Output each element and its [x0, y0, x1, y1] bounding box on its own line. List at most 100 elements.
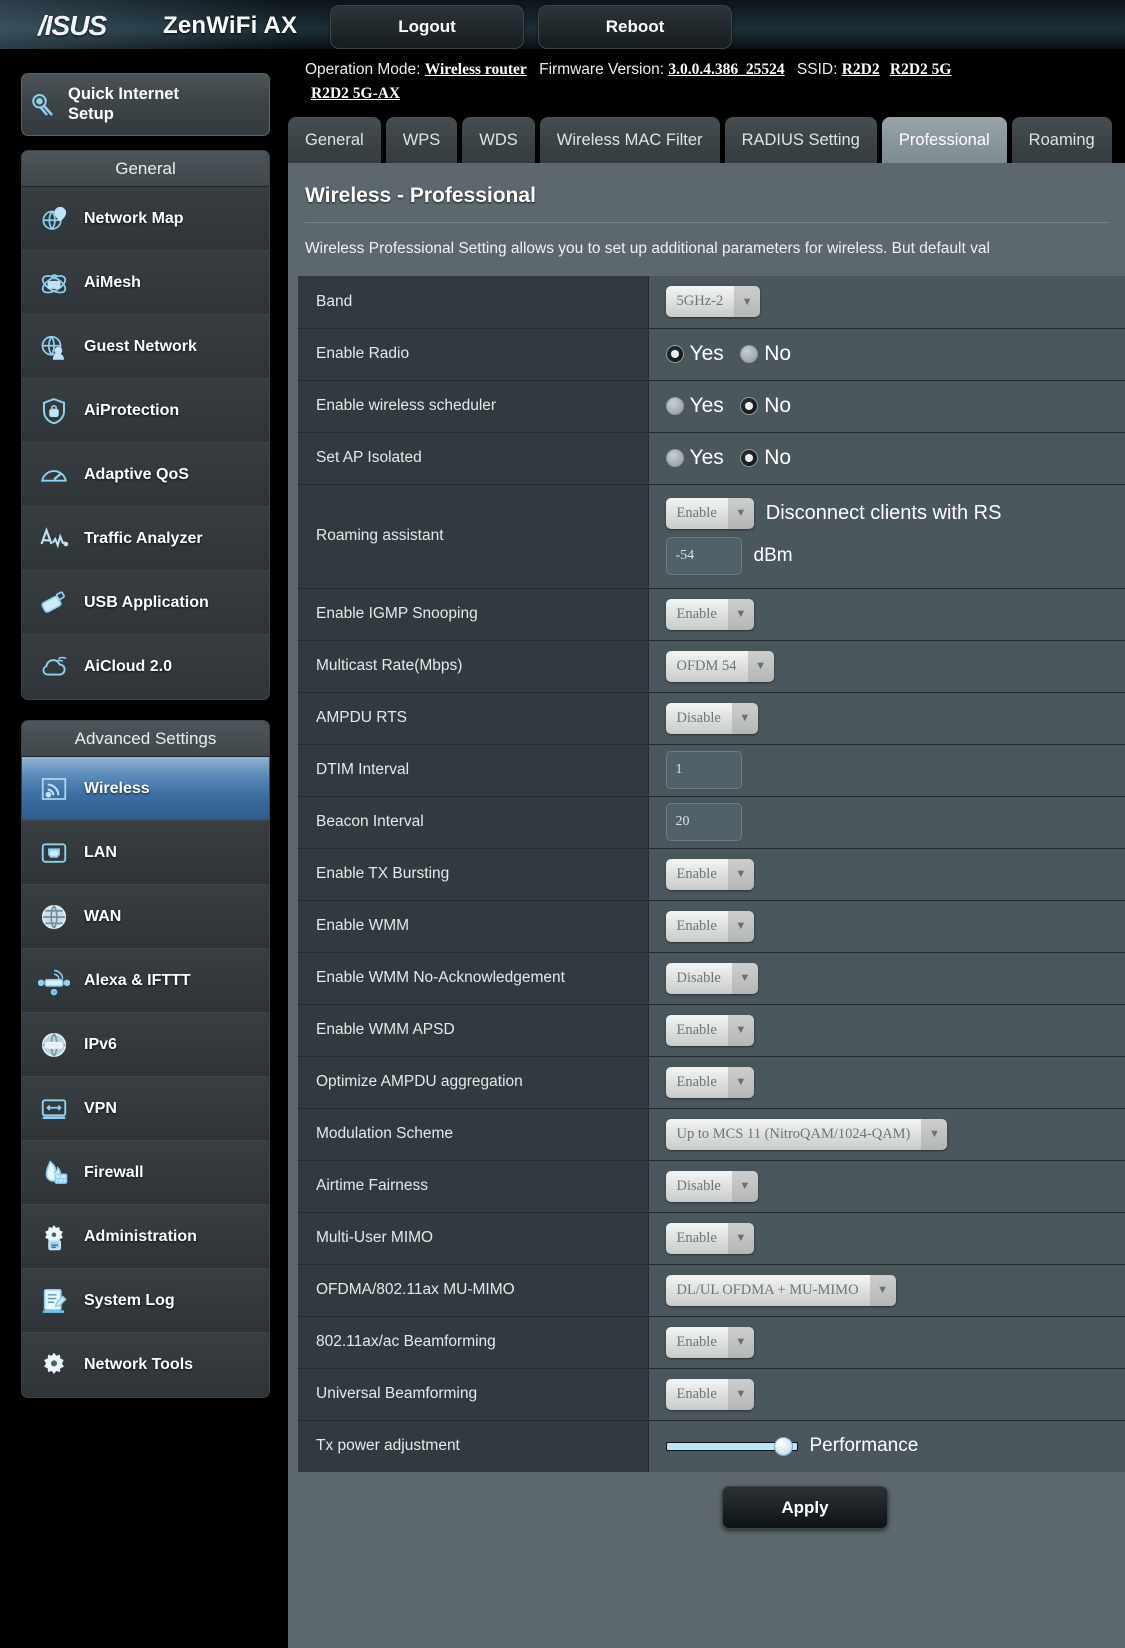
enable-radio-yes[interactable]: Yes — [665, 342, 724, 366]
universal-beamforming-select[interactable]: Enable ▼ — [665, 1378, 754, 1410]
sidebar-item-label: IPv6 — [84, 1035, 117, 1053]
wireless-scheduler-no[interactable]: No — [740, 394, 791, 418]
firmware-value[interactable]: 3.0.0.4.386_25524 — [668, 61, 784, 78]
sidebar-item-aicloud[interactable]: AiCloud 2.0 — [22, 635, 269, 699]
chevron-down-icon: ▼ — [727, 1014, 754, 1046]
radio-button[interactable] — [740, 449, 759, 467]
row-label: Set AP Isolated — [298, 432, 649, 485]
sidebar-item-adaptive-qos[interactable]: Adaptive QoS — [22, 443, 269, 507]
network-tools-gear-icon — [34, 1345, 74, 1385]
sidebar-item-wireless[interactable]: Wireless — [22, 757, 269, 821]
ampdu-rts-select[interactable]: Disable ▼ — [665, 702, 758, 734]
ampdu-rts-select-value: Disable — [665, 702, 732, 734]
sidebar: Quick InternetSetup General Network Map — [0, 49, 288, 1648]
operation-mode-value[interactable]: Wireless router — [425, 61, 527, 78]
wireless-signal-icon — [34, 769, 74, 809]
tx-bursting-select[interactable]: Enable ▼ — [665, 858, 754, 890]
guest-network-icon — [34, 327, 74, 367]
radio-button[interactable] — [740, 345, 759, 363]
tab-professional[interactable]: Professional — [881, 117, 1007, 163]
row-label: Multicast Rate(Mbps) — [298, 640, 649, 693]
wmm-no-ack-select[interactable]: Disable ▼ — [665, 962, 758, 994]
sidebar-item-alexa-ifttt[interactable]: Alexa & IFTTT — [22, 949, 269, 1013]
aiprotection-shield-icon — [34, 391, 74, 431]
reboot-button[interactable]: Reboot — [538, 5, 732, 49]
table-row: Enable TX Bursting Enable ▼ — [298, 848, 1125, 901]
tx-power-slider-knob[interactable] — [773, 1437, 793, 1457]
chevron-down-icon: ▼ — [727, 497, 754, 529]
tab-radius-setting[interactable]: RADIUS Setting — [724, 117, 877, 163]
tx-bursting-select-value: Enable — [665, 858, 728, 890]
sidebar-group-general-title: General — [22, 151, 269, 187]
sidebar-item-label: Network Tools — [84, 1356, 194, 1373]
sidebar-item-network-map[interactable]: Network Map — [22, 187, 269, 251]
quick-internet-setup-button[interactable]: Quick Internet Setup — [21, 73, 270, 136]
set-ap-isolated-yes[interactable]: Yes — [665, 446, 724, 470]
igmp-snooping-select[interactable]: Enable ▼ — [665, 598, 754, 630]
ofdma-mu-mimo-select[interactable]: DL/UL OFDMA + MU-MIMO ▼ — [665, 1274, 896, 1306]
sidebar-item-vpn[interactable]: VPN — [22, 1077, 269, 1141]
beacon-interval-input[interactable]: 20 — [665, 803, 742, 841]
multicast-rate-select[interactable]: OFDM 54 ▼ — [665, 650, 774, 682]
ssid-value-3[interactable]: R2D2 5G-AX — [311, 85, 400, 102]
logout-button[interactable]: Logout — [330, 5, 524, 49]
radio-button[interactable] — [665, 449, 684, 467]
sidebar-item-network-tools[interactable]: Network Tools — [22, 1333, 269, 1397]
row-value: Enable ▼ — [648, 1056, 1125, 1109]
dtim-interval-input[interactable]: 1 — [665, 751, 742, 789]
tx-power-slider[interactable] — [665, 1437, 798, 1457]
sidebar-item-aiprotection[interactable]: AiProtection — [22, 379, 269, 443]
table-row: AMPDU RTS Disable ▼ — [298, 692, 1125, 745]
radio-button[interactable] — [740, 397, 759, 415]
wireless-scheduler-yes[interactable]: Yes — [665, 394, 724, 418]
sidebar-item-wan[interactable]: WAN — [22, 885, 269, 949]
sidebar-item-system-log[interactable]: System Log — [22, 1269, 269, 1333]
traffic-analyzer-icon — [34, 519, 74, 559]
wmm-select[interactable]: Enable ▼ — [665, 910, 754, 942]
sidebar-item-lan[interactable]: LAN — [22, 821, 269, 885]
sidebar-item-guest-network[interactable]: Guest Network — [22, 315, 269, 379]
set-ap-isolated-no[interactable]: No — [740, 446, 791, 470]
tab-wds[interactable]: WDS — [462, 117, 535, 163]
beamforming-ax-ac-select[interactable]: Enable ▼ — [665, 1326, 754, 1358]
modulation-scheme-select[interactable]: Up to MCS 11 (NitroQAM/1024-QAM) ▼ — [665, 1118, 948, 1150]
sidebar-item-traffic-analyzer[interactable]: Traffic Analyzer — [22, 507, 269, 571]
wmm-apsd-select[interactable]: Enable ▼ — [665, 1014, 754, 1046]
radio-button[interactable] — [665, 397, 684, 415]
row-value: Yes No — [648, 328, 1125, 381]
tab-wps[interactable]: WPS — [385, 117, 458, 163]
sidebar-item-usb-application[interactable]: USB Application — [22, 571, 269, 635]
roaming-rssi-input[interactable]: -54 — [665, 536, 742, 575]
firewall-flame-icon — [34, 1153, 74, 1193]
sidebar-item-ipv6[interactable]: IPV6 IPv6 — [22, 1013, 269, 1077]
row-label: Band — [298, 276, 649, 329]
tab-roaming[interactable]: Roaming — [1011, 117, 1112, 163]
optimize-ampdu-select[interactable]: Enable ▼ — [665, 1066, 754, 1098]
ssid-value-1[interactable]: R2D2 — [842, 61, 880, 78]
roaming-assistant-select[interactable]: Enable ▼ — [665, 497, 754, 529]
apply-button[interactable]: Apply — [722, 1486, 888, 1529]
radio-button[interactable] — [665, 345, 684, 363]
optimize-ampdu-select-value: Enable — [665, 1066, 728, 1098]
table-row: Enable WMM Enable ▼ — [298, 900, 1125, 953]
sidebar-group-advanced-title: Advanced Settings — [22, 721, 269, 757]
sidebar-item-firewall[interactable]: Firewall — [22, 1141, 269, 1205]
row-value: Enable ▼ — [648, 1316, 1125, 1369]
airtime-fairness-select[interactable]: Disable ▼ — [665, 1170, 758, 1202]
sidebar-item-label: Administration — [84, 1227, 197, 1245]
sidebar-item-aimesh[interactable]: AiMesh — [22, 251, 269, 315]
row-value: Enable ▼ — [648, 1212, 1125, 1265]
row-label: Modulation Scheme — [298, 1108, 649, 1161]
ssid-value-2[interactable]: R2D2 5G — [890, 61, 952, 78]
enable-radio-no[interactable]: No — [740, 342, 791, 366]
table-row: Enable wireless scheduler Yes No — [298, 380, 1125, 433]
sidebar-item-label: AiCloud 2.0 — [84, 658, 173, 675]
mu-mimo-select[interactable]: Enable ▼ — [665, 1222, 754, 1254]
radio-label: Yes — [689, 394, 724, 417]
tab-general[interactable]: General — [288, 117, 381, 163]
sidebar-item-label: Guest Network — [84, 337, 197, 355]
tab-wireless-mac-filter[interactable]: Wireless MAC Filter — [539, 117, 720, 163]
band-select[interactable]: 5GHz-2 ▼ — [665, 286, 761, 318]
sidebar-item-administration[interactable]: Administration — [22, 1205, 269, 1269]
operation-mode-label: Operation Mode: — [305, 61, 421, 78]
